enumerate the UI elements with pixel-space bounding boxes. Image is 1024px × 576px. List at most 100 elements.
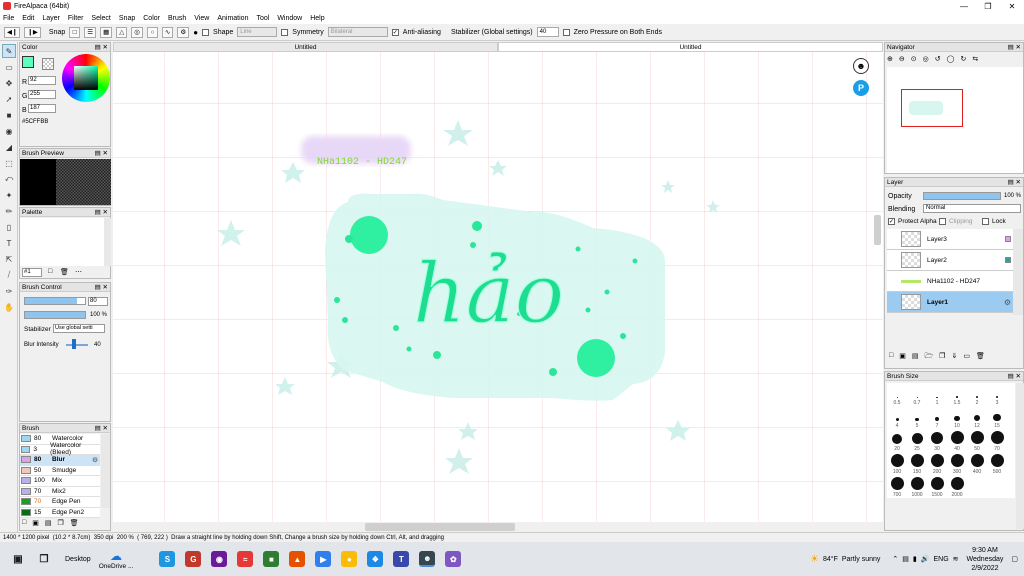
brush-size-input[interactable]: 80 <box>88 297 108 306</box>
skype-icon[interactable]: S <box>159 551 176 567</box>
menu-brush[interactable]: Brush <box>168 15 186 22</box>
delete-brush-icon[interactable]: 🗑 <box>70 519 79 527</box>
brush-size-option[interactable]: 700 <box>887 475 907 498</box>
brush-size-option[interactable]: 1000 <box>907 475 927 498</box>
new-layer-icon[interactable]: □ <box>889 352 893 363</box>
brush-size-option[interactable]: 100 <box>887 452 907 475</box>
brush-size-scrollbar[interactable] <box>1016 383 1024 529</box>
shape-select[interactable]: Line <box>237 27 278 37</box>
symmetry-checkbox[interactable] <box>281 28 289 36</box>
eraser-tool-icon[interactable]: ▭ <box>2 60 16 74</box>
primary-color-swatch[interactable] <box>22 56 34 68</box>
bucket-tool-icon[interactable]: ◉ <box>2 124 16 138</box>
brush-settings-icon[interactable]: ⚙ <box>92 456 98 464</box>
palette-scrollbar[interactable] <box>104 218 111 266</box>
brush-list-scrollbar[interactable] <box>101 434 110 508</box>
brush-size-option[interactable]: 7 <box>927 406 947 429</box>
text-tool-icon[interactable]: T <box>2 236 16 250</box>
zoom-actual-icon[interactable]: ◎ <box>923 55 929 63</box>
panel-close-icon[interactable]: ▤ ✕ <box>95 208 108 216</box>
canvas[interactable]: NHa1102 - HD247 hảo ☻ P <box>113 52 883 522</box>
menu-animation[interactable]: Animation <box>217 15 248 22</box>
menu-view[interactable]: View <box>194 15 209 22</box>
panel-close-icon[interactable]: ▤ ✕ <box>95 149 108 157</box>
brush-size-option[interactable]: 2000 <box>947 475 967 498</box>
minimize-button[interactable]: — <box>952 0 976 12</box>
brush-item[interactable]: 70 Mix2 <box>20 486 100 497</box>
panel-close-icon[interactable]: ▤ ✕ <box>1008 43 1021 51</box>
brush-item[interactable]: 100 Mix <box>20 476 100 487</box>
rotate-reset-icon[interactable]: ◯ <box>947 55 955 63</box>
brush-size-option[interactable]: 0.5 <box>887 383 907 406</box>
network-icon[interactable]: ▤ <box>902 555 909 563</box>
snap-off-icon[interactable]: □ <box>69 26 81 38</box>
palette-selector[interactable]: #1 <box>22 268 42 277</box>
shape-checkbox[interactable] <box>202 28 210 36</box>
hex-value[interactable]: #5CFFBB <box>22 119 48 125</box>
firealpaca-taskbar-icon[interactable]: ☻ <box>419 551 436 567</box>
snap-parallel-icon[interactable]: ☰ <box>84 26 97 38</box>
prev-frame-icon[interactable]: ◀❙ <box>4 26 21 38</box>
panel-close-icon[interactable]: ▤ ✕ <box>1008 178 1021 186</box>
snap-circle-icon[interactable]: ○ <box>146 26 158 38</box>
blending-select[interactable]: Normal <box>923 204 1021 213</box>
tab-untitled-1[interactable]: Untitled <box>113 42 498 52</box>
wifi-icon[interactable]: ≋ <box>953 555 959 563</box>
brush-size-option[interactable]: 500 <box>987 452 1007 475</box>
blur-intensity-slider[interactable] <box>66 344 88 346</box>
brush-size-option[interactable]: 1500 <box>927 475 947 498</box>
zero-pressure-checkbox[interactable] <box>562 28 570 36</box>
rotate-right-icon[interactable]: ↻ <box>960 55 966 63</box>
layer-row-layer3[interactable]: Layer3 <box>887 229 1013 250</box>
eyedropper-tool-icon[interactable]: ✑ <box>2 284 16 298</box>
fill-tool-icon[interactable]: ■ <box>2 108 16 122</box>
volume-icon[interactable]: 🔊 <box>921 555 930 563</box>
clear-layer-icon[interactable]: ▭ <box>963 352 970 363</box>
hand-tool-icon[interactable]: ✋ <box>2 300 16 314</box>
zoom-in-icon[interactable]: ⊕ <box>887 55 893 63</box>
move-tool-icon[interactable]: ✥ <box>2 76 16 90</box>
layer-row-layer1[interactable]: Layer1 ⚙ <box>887 292 1013 313</box>
brush-folder-icon[interactable]: ▤ <box>45 519 52 527</box>
rotate-left-icon[interactable]: ↺ <box>935 55 941 63</box>
brush-item[interactable]: 50 Smudge <box>20 465 100 476</box>
operation-tool-icon[interactable]: ⇱ <box>2 252 16 266</box>
new-brush-icon[interactable]: □ <box>22 519 26 527</box>
language-indicator[interactable]: ENG <box>933 556 948 563</box>
avatar-icon[interactable]: ☻ <box>853 58 869 74</box>
brush-duplicate-icon[interactable]: ❐ <box>57 519 63 527</box>
pen-tool-icon[interactable]: ✎ <box>2 44 16 58</box>
brush-size-option[interactable]: 1 <box>927 383 947 406</box>
brush-size-option[interactable]: 12 <box>967 406 987 429</box>
delete-layer-icon[interactable]: 🗑 <box>976 352 985 363</box>
app-blue-icon[interactable]: ❖ <box>367 551 384 567</box>
panel-close-icon[interactable]: ▤ ✕ <box>95 43 108 51</box>
app-green-icon[interactable]: ■ <box>263 551 280 567</box>
brush-size-option[interactable]: 150 <box>907 452 927 475</box>
clipping-checkbox[interactable] <box>939 218 946 225</box>
menu-window[interactable]: Window <box>277 15 302 22</box>
brush-item[interactable]: 3 Watercolor (Bleed) <box>20 442 100 456</box>
brush-size-option[interactable]: 20 <box>887 429 907 452</box>
onedrive-button[interactable]: ☁ OneDrive ... <box>99 549 134 570</box>
weather-icon[interactable]: ☀ <box>810 554 819 565</box>
notifications-icon[interactable]: ▢ <box>1011 555 1018 563</box>
menu-edit[interactable]: Edit <box>22 15 34 22</box>
chrome-icon[interactable]: ● <box>341 551 358 567</box>
desktop-label[interactable]: Desktop <box>65 556 91 563</box>
palette-delete-icon[interactable]: 🗑 <box>60 268 69 276</box>
select-tool-icon[interactable]: ⬚ <box>2 156 16 170</box>
symmetry-select[interactable]: Bilateral <box>327 27 388 37</box>
blur-intensity-handle[interactable] <box>72 339 76 349</box>
r-input[interactable]: 92 <box>28 76 56 85</box>
paint-app-icon[interactable]: P <box>853 80 869 96</box>
tray-overflow-icon[interactable]: ⌃ <box>892 555 898 563</box>
brush-size-option[interactable]: 4 <box>887 406 907 429</box>
brush-size-option[interactable]: 400 <box>967 452 987 475</box>
panel-close-icon[interactable]: ▤ ✕ <box>95 424 108 432</box>
brush-size-option[interactable]: 10 <box>947 406 967 429</box>
g-input[interactable]: 255 <box>28 90 56 99</box>
menu-file[interactable]: File <box>3 15 14 22</box>
weather-text[interactable]: Partly sunny <box>842 556 881 563</box>
new-folder-icon[interactable]: 🗁 <box>924 352 933 363</box>
